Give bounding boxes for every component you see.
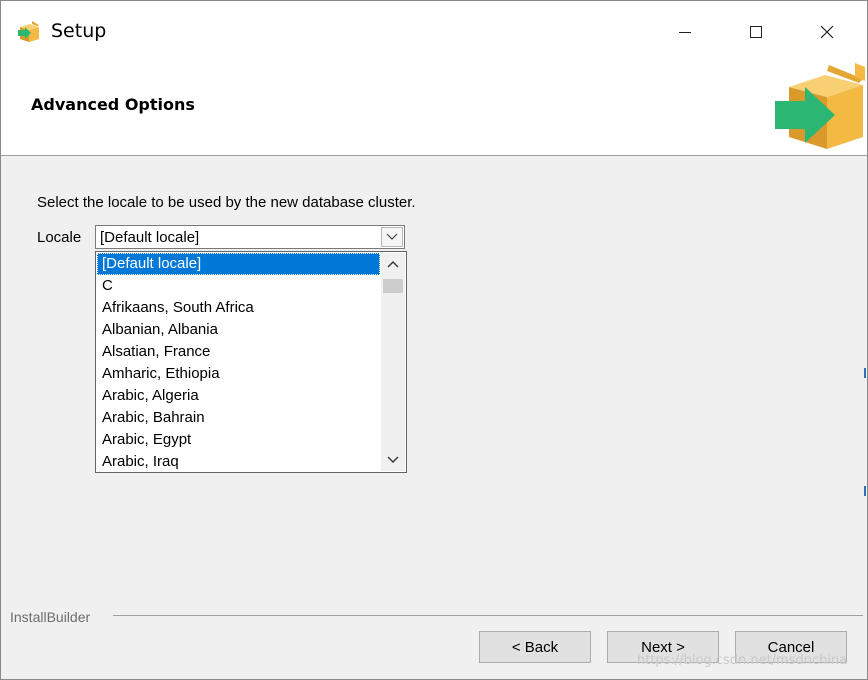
locale-option[interactable]: Arabic, Egypt bbox=[97, 429, 380, 451]
maximize-icon bbox=[750, 26, 762, 38]
locale-option[interactable]: Afrikaans, South Africa bbox=[97, 297, 380, 319]
maximize-button[interactable] bbox=[736, 15, 776, 49]
chevron-down-icon bbox=[386, 233, 398, 240]
edge-marker bbox=[864, 368, 866, 378]
box-arrow-icon bbox=[775, 63, 865, 149]
locale-option[interactable]: Amharic, Ethiopia bbox=[97, 363, 380, 385]
title-bar[interactable]: Setup bbox=[1, 1, 867, 57]
setup-window: Setup Advanced Options Select the locale… bbox=[0, 0, 868, 680]
locale-option[interactable]: Arabic, Bahrain bbox=[97, 407, 380, 429]
minimize-button[interactable] bbox=[665, 15, 705, 49]
locale-combobox[interactable]: [Default locale] bbox=[95, 225, 405, 249]
scroll-thumb[interactable] bbox=[383, 279, 403, 293]
edge-marker bbox=[864, 486, 866, 496]
close-icon bbox=[820, 25, 834, 39]
locale-option[interactable]: C bbox=[97, 275, 380, 297]
back-button[interactable]: < Back bbox=[479, 631, 591, 663]
app-icon bbox=[18, 21, 39, 42]
installbuilder-label: InstallBuilder bbox=[10, 609, 91, 625]
combobox-dropdown-button[interactable] bbox=[381, 227, 403, 247]
minimize-icon bbox=[679, 32, 691, 33]
locale-dropdown-list[interactable]: [Default locale] C Afrikaans, South Afri… bbox=[95, 251, 407, 473]
chevron-down-icon bbox=[387, 456, 399, 463]
locale-option[interactable]: [Default locale] bbox=[97, 253, 380, 275]
locale-combobox-value: [Default locale] bbox=[100, 229, 200, 246]
locale-option[interactable]: Albanian, Albania bbox=[97, 319, 380, 341]
page-header: Advanced Options bbox=[1, 57, 867, 156]
list-scrollbar[interactable] bbox=[381, 253, 405, 471]
locale-option[interactable]: Arabic, Iraq bbox=[97, 451, 380, 473]
scroll-down-button[interactable] bbox=[381, 449, 405, 471]
page-title: Advanced Options bbox=[31, 95, 195, 114]
chevron-up-icon bbox=[387, 261, 399, 268]
watermark: https://blog.csdn.net/msdnchina bbox=[637, 653, 848, 668]
footer-divider bbox=[113, 615, 863, 616]
close-button[interactable] bbox=[807, 15, 847, 49]
window-title: Setup bbox=[51, 20, 107, 42]
scroll-up-button[interactable] bbox=[381, 253, 405, 275]
locale-label: Locale bbox=[37, 229, 82, 246]
locale-options: [Default locale] C Afrikaans, South Afri… bbox=[97, 253, 380, 473]
locale-option[interactable]: Arabic, Algeria bbox=[97, 385, 380, 407]
locale-option[interactable]: Alsatian, France bbox=[97, 341, 380, 363]
locale-prompt: Select the locale to be used by the new … bbox=[37, 194, 416, 211]
